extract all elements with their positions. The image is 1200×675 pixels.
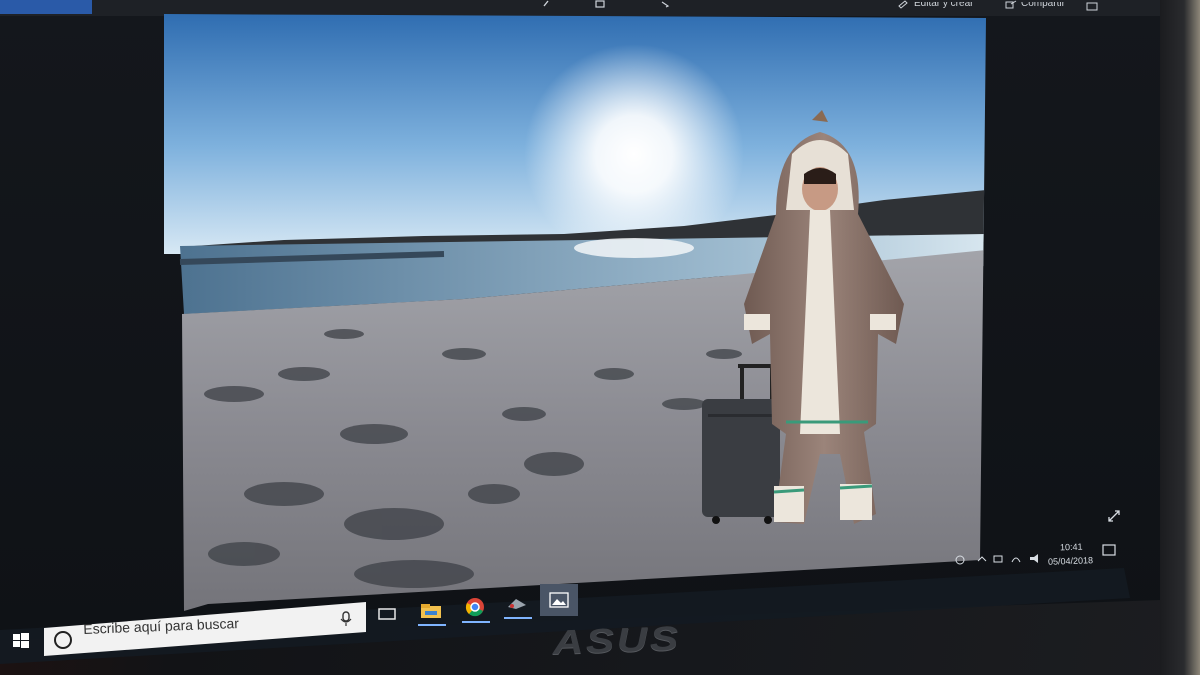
clock-date[interactable]: 05/04/2018 (1048, 555, 1093, 567)
share-icon (1005, 0, 1017, 9)
windows-logo-icon (13, 633, 29, 648)
share-label: Compartir (1021, 2, 1065, 9)
window-tab[interactable] (0, 0, 92, 14)
rotate-icon[interactable] (660, 0, 672, 12)
start-button[interactable] (8, 628, 34, 654)
system-tray: 10:41 05/04/2018 (952, 540, 1122, 574)
print-icon[interactable] (1086, 0, 1098, 12)
file-explorer-active-indicator (418, 624, 446, 626)
clock-time[interactable]: 10:41 (1060, 542, 1083, 553)
action-center-icon[interactable] (1102, 544, 1116, 558)
file-explorer-icon[interactable] (416, 597, 446, 625)
cortana-icon[interactable] (54, 631, 72, 649)
photos-app-toolbar (0, 0, 1178, 16)
share-button[interactable]: Compartir (1005, 0, 1065, 12)
edit-create-label: Editar y crear (914, 2, 974, 9)
task-view-icon[interactable] (372, 600, 402, 628)
expand-icon[interactable] (1106, 508, 1122, 524)
edit-create-button[interactable]: Editar y crear (898, 0, 973, 12)
back-icon[interactable] (540, 0, 552, 12)
microphone-icon[interactable] (340, 611, 352, 627)
laptop-right-edge (1160, 0, 1200, 675)
edit-icon (898, 0, 908, 9)
delete-icon[interactable] (594, 0, 606, 12)
chrome-active-indicator (462, 621, 490, 623)
photos-app-icon[interactable] (540, 584, 578, 616)
beach-photo (164, 14, 986, 611)
asus-logo: ASUS (552, 619, 682, 662)
chrome-icon[interactable] (460, 593, 490, 621)
snipping-tool-active-indicator (504, 617, 532, 619)
displayed-photo (164, 14, 986, 611)
snipping-tool-icon[interactable] (502, 589, 532, 617)
tray-icons (955, 554, 1038, 565)
